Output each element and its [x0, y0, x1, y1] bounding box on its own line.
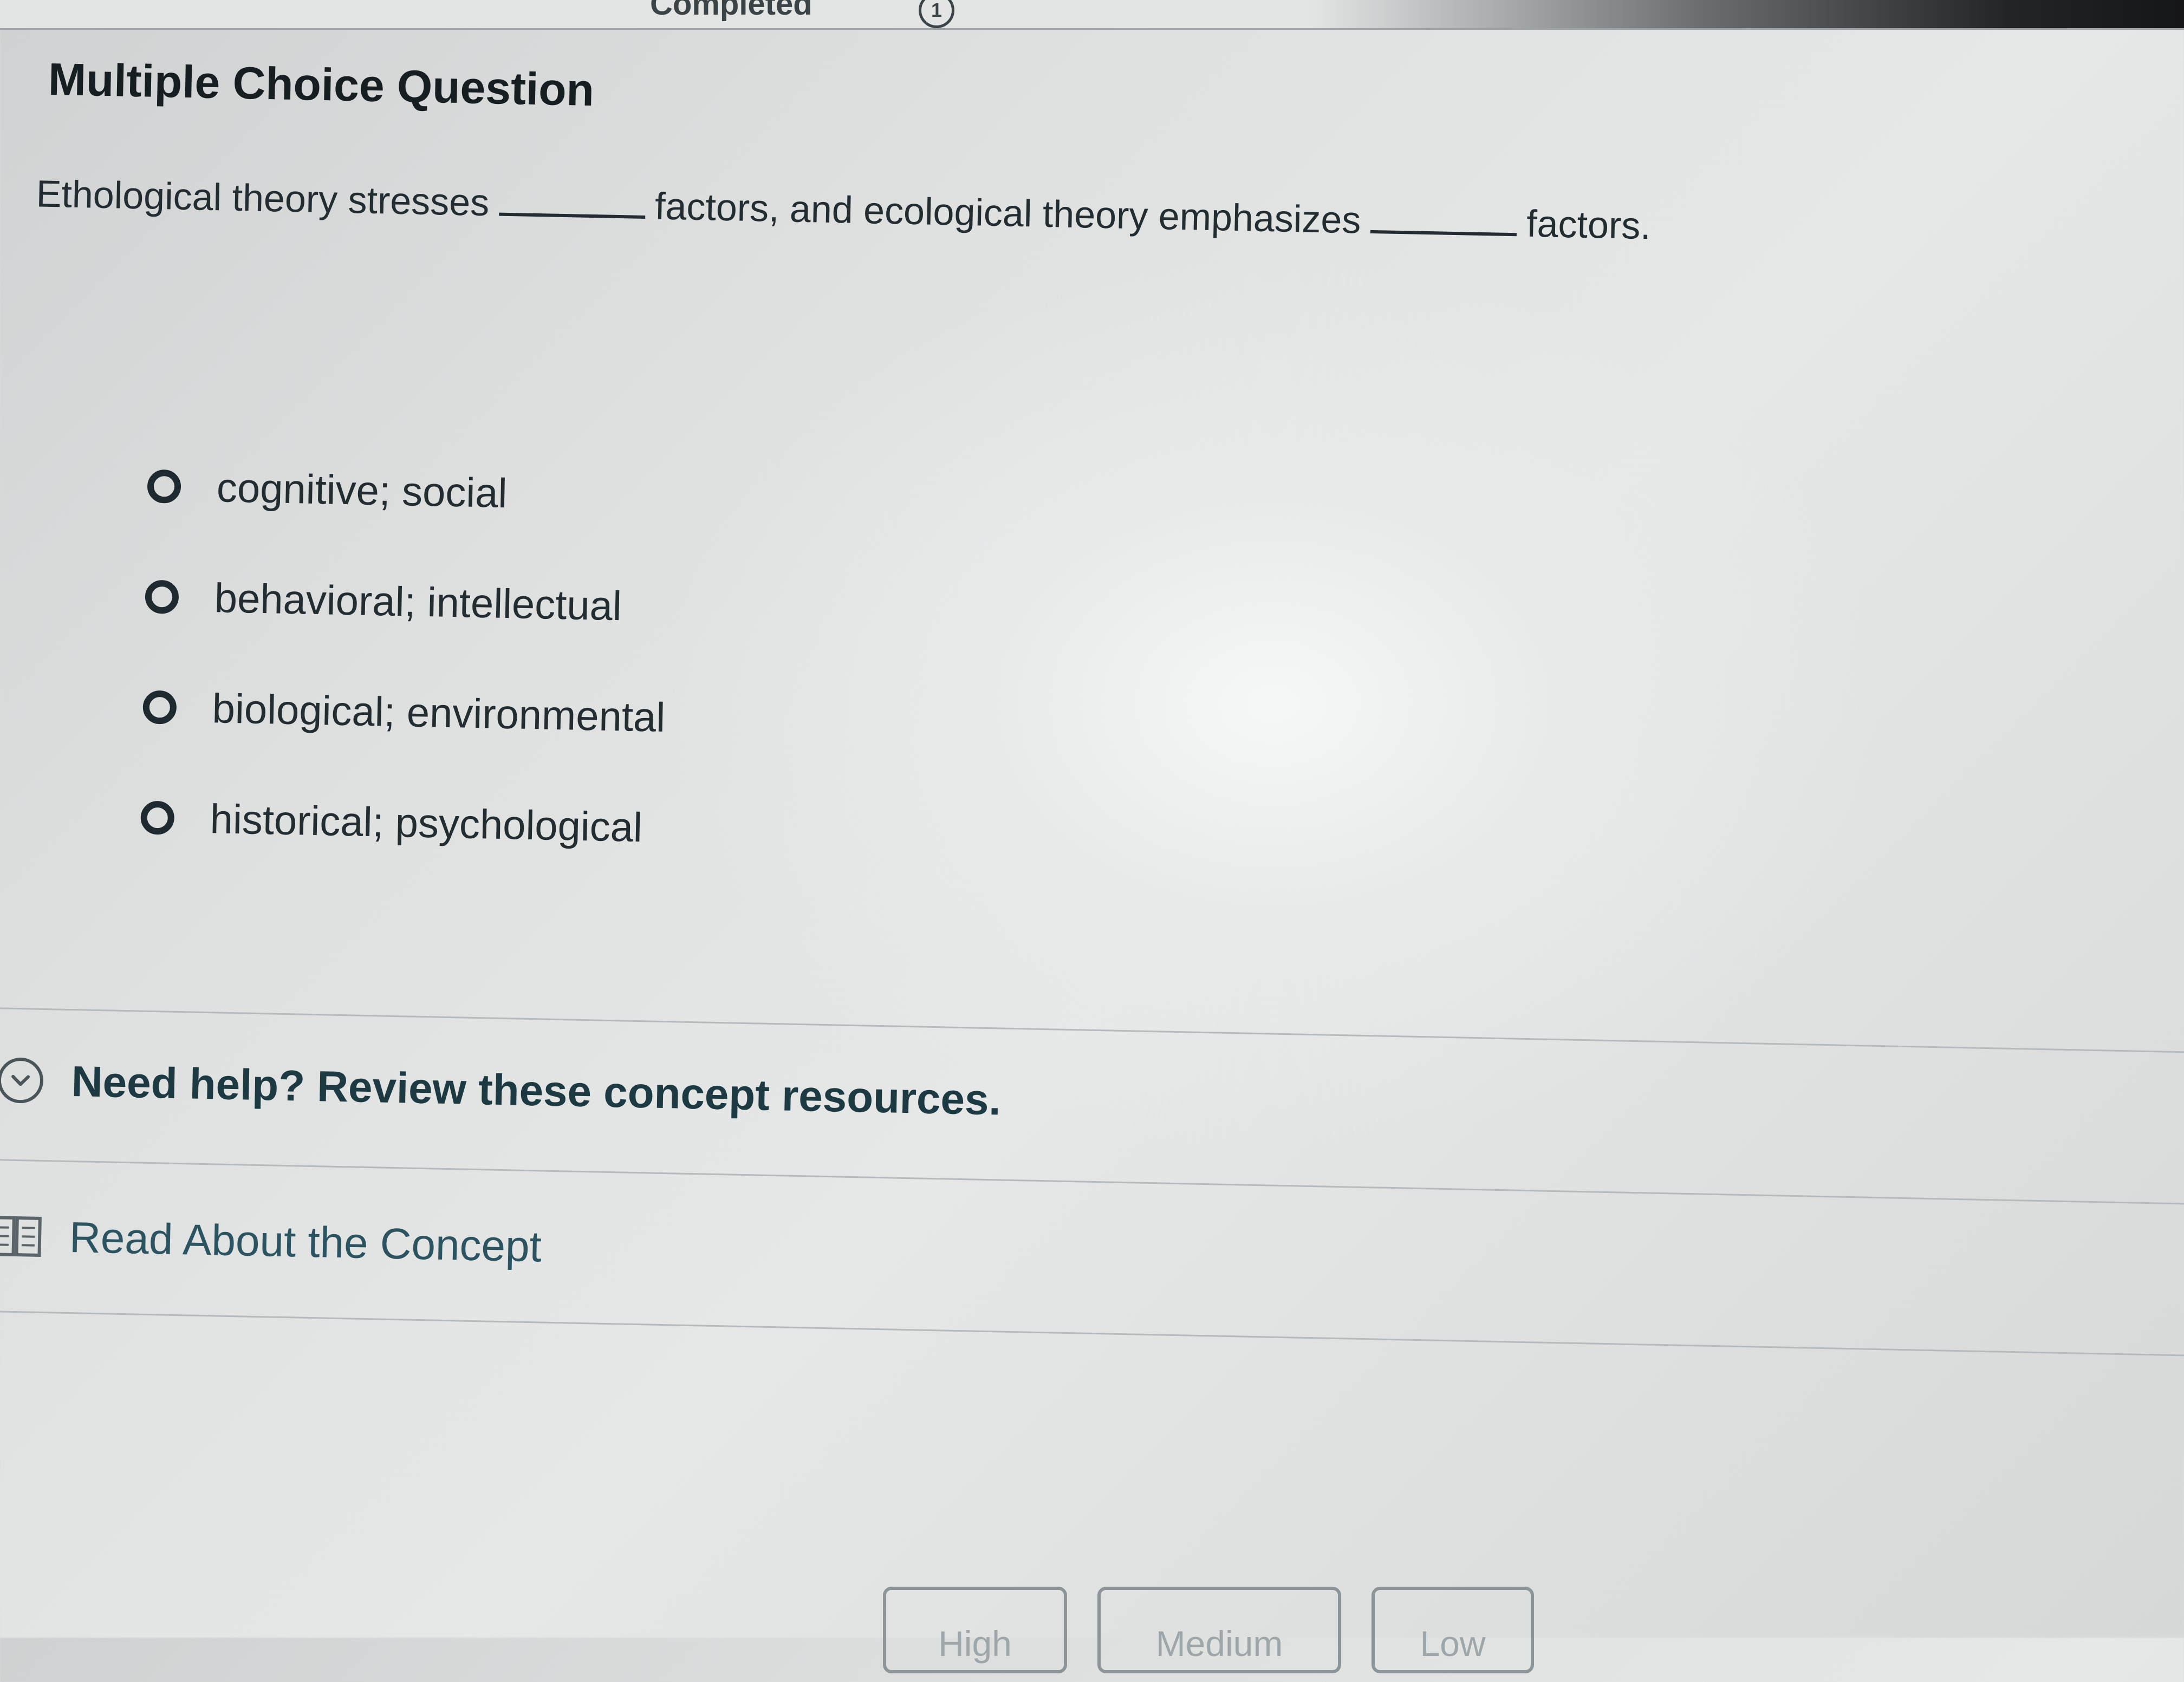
answer-label-2: behavioral; intellectual: [214, 575, 622, 630]
read-about-concept-link[interactable]: Read About the Concept: [0, 1211, 542, 1272]
prompt-text-3: factors.: [1526, 203, 1652, 247]
prompt-text-1: Ethological theory stresses: [36, 172, 490, 224]
concept-resources-toggle[interactable]: Need help? Review these concept resource…: [0, 1055, 1002, 1125]
confidence-high-button[interactable]: High: [883, 1587, 1067, 1673]
answer-option-4[interactable]: historical; psychological: [140, 762, 664, 883]
blank-1: [499, 204, 645, 219]
confidence-medium-button[interactable]: Medium: [1097, 1587, 1341, 1673]
confidence-low-button[interactable]: Low: [1372, 1587, 1534, 1673]
book-icon: [0, 1213, 43, 1260]
concept-resources-label[interactable]: Need help? Review these concept resource…: [71, 1057, 1002, 1125]
answer-label-4: historical; psychological: [210, 796, 643, 851]
answer-option-1[interactable]: cognitive; social: [146, 431, 671, 552]
divider-middle: [0, 1159, 2184, 1205]
answer-label-1: cognitive; social: [216, 464, 508, 517]
divider-bottom: [0, 1311, 2184, 1357]
answer-option-2[interactable]: behavioral; intellectual: [144, 542, 668, 662]
radio-button-3[interactable]: [142, 690, 177, 725]
divider-top: [0, 1007, 2184, 1053]
question-prompt: Ethological theory stresses factors, and …: [36, 172, 1652, 247]
answer-label-3: biological; environmental: [212, 685, 666, 741]
radio-button-4[interactable]: [140, 801, 174, 835]
question-panel: Multiple Choice Question Ethological the…: [0, 0, 2183, 1681]
radio-button-1[interactable]: [147, 470, 181, 504]
blank-2: [1370, 221, 1517, 236]
answer-options: cognitive; social behavioral; intellectu…: [140, 431, 671, 883]
prompt-text-2: factors, and ecological theory emphasize…: [654, 185, 1361, 241]
confidence-buttons: High Medium Low: [883, 1587, 1564, 1673]
radio-button-2[interactable]: [145, 580, 179, 614]
question-type-title: Multiple Choice Question: [48, 53, 595, 116]
read-about-concept-label[interactable]: Read About the Concept: [69, 1212, 542, 1272]
answer-option-3[interactable]: biological; environmental: [142, 652, 666, 773]
chevron-down-circle-icon[interactable]: [0, 1057, 44, 1104]
